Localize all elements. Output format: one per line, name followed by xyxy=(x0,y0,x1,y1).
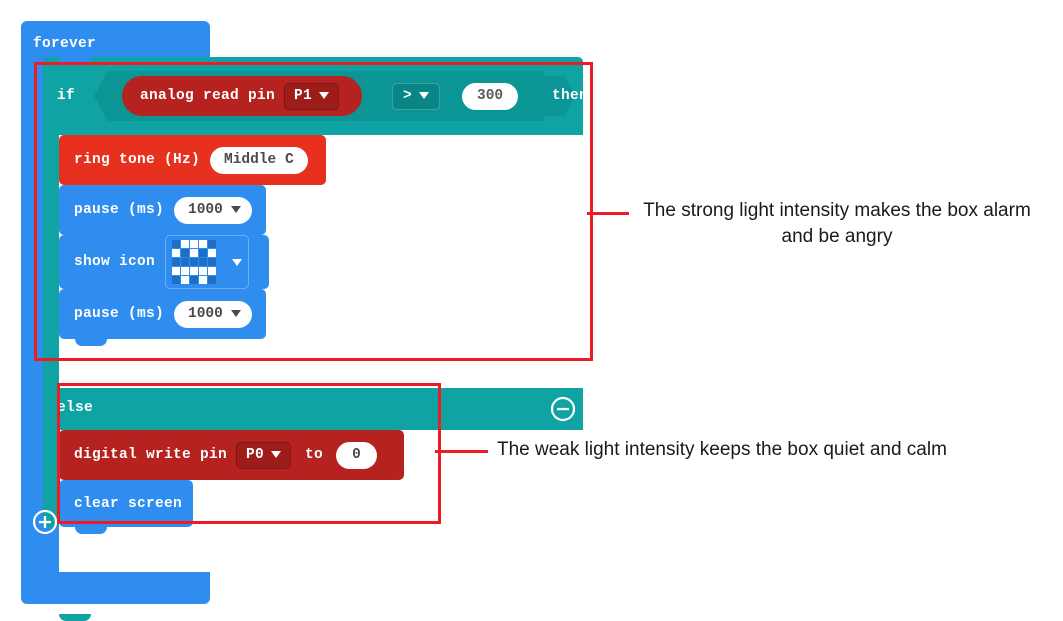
annotation-text-weak: The weak light intensity keeps the box q… xyxy=(497,439,947,460)
else-keyword-label: else xyxy=(57,400,94,416)
led-cell xyxy=(208,267,217,275)
show-icon-label: show icon xyxy=(74,254,156,270)
analog-read-pin-value: P1 xyxy=(294,87,313,104)
ring-tone-block[interactable]: ring tone (Hz) Middle C xyxy=(59,135,326,192)
digital-write-to-label: to xyxy=(305,447,324,463)
show-icon-block[interactable]: show icon xyxy=(59,235,269,296)
led-cell xyxy=(208,249,217,257)
chevron-down-icon xyxy=(319,92,330,99)
clear-screen-label: clear screen xyxy=(74,495,183,512)
led-cell xyxy=(181,240,190,248)
annotation-leader-strong xyxy=(587,212,629,215)
pause-label: pause (ms) xyxy=(74,202,165,218)
led-cell xyxy=(172,258,181,266)
digital-write-pin-dropdown[interactable]: P0 xyxy=(236,441,292,469)
analog-read-pin-label: analog read pin xyxy=(140,88,276,104)
led-cell xyxy=(199,258,208,266)
led-cell xyxy=(199,276,208,284)
chevron-down-icon xyxy=(271,451,282,458)
led-cell xyxy=(181,276,190,284)
pause-block-1[interactable]: pause (ms) 1000 xyxy=(59,185,266,242)
digital-write-value-input[interactable]: 0 xyxy=(336,441,377,469)
angry-face-led-icon xyxy=(172,240,217,284)
led-cell xyxy=(172,249,181,257)
pause-value: 1000 xyxy=(188,201,223,218)
led-cell xyxy=(181,267,190,275)
chevron-down-icon xyxy=(419,92,430,99)
analog-read-pin-dropdown[interactable]: P1 xyxy=(284,82,340,110)
led-cell xyxy=(172,240,181,248)
led-cell xyxy=(208,258,217,266)
led-icon-picker[interactable] xyxy=(165,235,250,289)
pause-value-dropdown[interactable]: 1000 xyxy=(174,300,252,328)
led-cell xyxy=(208,240,217,248)
if-block-header: if analog read pin P1 > 300 then xyxy=(43,57,588,135)
comparison-operator-block[interactable]: > 300 xyxy=(371,76,576,116)
pause-value: 1000 xyxy=(188,305,223,322)
chevron-down-icon xyxy=(230,206,241,213)
led-cell xyxy=(172,276,181,284)
led-cell xyxy=(190,276,199,284)
minus-circle-icon[interactable] xyxy=(550,396,576,422)
annotation-text-strong: The strong light intensity makes the box… xyxy=(643,200,1031,247)
block-notch xyxy=(75,339,107,346)
ring-tone-value-input[interactable]: Middle C xyxy=(210,146,308,174)
comparison-operator-dropdown[interactable]: > xyxy=(392,82,441,110)
else-row: else xyxy=(43,388,583,430)
clear-screen-block[interactable]: clear screen xyxy=(59,480,193,534)
pause-value-dropdown[interactable]: 1000 xyxy=(174,196,252,224)
if-block-bottom-notch xyxy=(59,614,91,621)
comparison-threshold-input[interactable]: 300 xyxy=(462,82,519,110)
plus-circle-icon[interactable] xyxy=(32,509,58,535)
pause-block-2[interactable]: pause (ms) 1000 xyxy=(59,289,266,346)
led-cell xyxy=(181,249,190,257)
led-cell xyxy=(199,240,208,248)
comparison-operator-value: > xyxy=(403,87,413,104)
led-cell xyxy=(190,267,199,275)
led-cell xyxy=(190,240,199,248)
chevron-down-icon xyxy=(230,310,241,317)
analog-read-pin-block[interactable]: analog read pin P1 xyxy=(122,76,362,116)
then-keyword-label: then xyxy=(552,88,589,104)
led-cell xyxy=(190,249,199,257)
ring-tone-label: ring tone (Hz) xyxy=(74,152,201,168)
chevron-down-icon xyxy=(232,258,243,266)
led-cell xyxy=(190,258,199,266)
if-keyword-label: if xyxy=(57,88,76,104)
if-branch-body: ring tone (Hz) Middle C pause (ms) 1000 … xyxy=(59,135,583,388)
digital-write-pin-value: P0 xyxy=(246,446,265,463)
led-cell xyxy=(199,249,208,257)
led-cell xyxy=(208,276,217,284)
digital-write-pin-block[interactable]: digital write pin P0 to 0 xyxy=(59,430,404,487)
led-cell xyxy=(181,258,190,266)
annotation-leader-weak xyxy=(435,450,488,453)
led-cell xyxy=(199,267,208,275)
if-block-bottom-lip xyxy=(43,572,583,621)
led-cell xyxy=(172,267,181,275)
pause-label: pause (ms) xyxy=(74,306,165,322)
forever-label: forever xyxy=(33,36,97,52)
digital-write-pin-label: digital write pin xyxy=(74,447,228,463)
block-notch xyxy=(75,527,107,534)
